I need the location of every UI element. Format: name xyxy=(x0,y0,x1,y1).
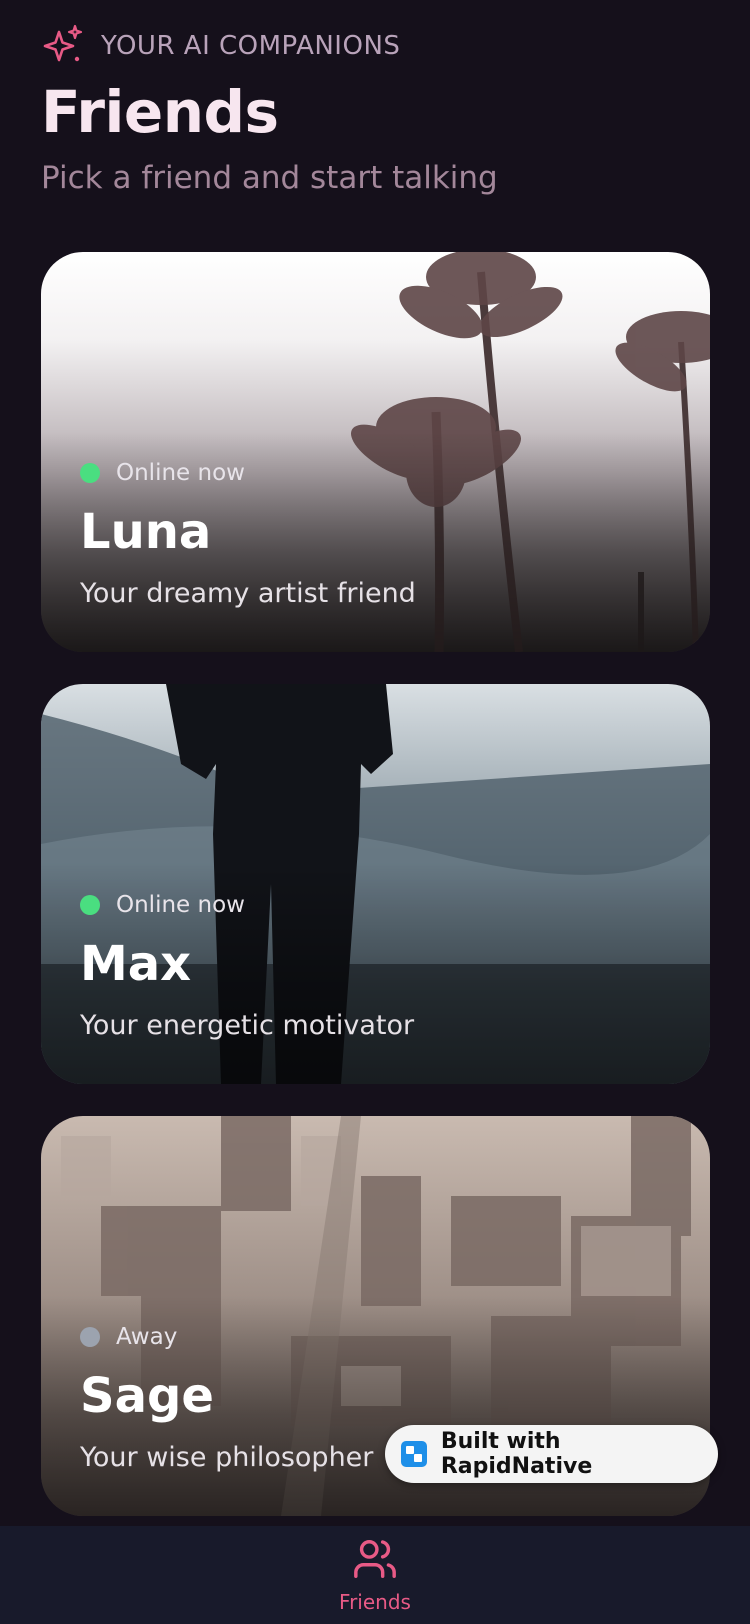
friend-name: Max xyxy=(80,936,192,992)
status-indicator: Online now xyxy=(80,892,245,918)
friend-description: Your dreamy artist friend xyxy=(80,578,416,609)
tab-label: Friends xyxy=(339,1590,411,1614)
sparkles-icon xyxy=(43,24,83,62)
page-title: Friends xyxy=(41,78,279,146)
status-label: Away xyxy=(116,1324,178,1350)
built-with-badge[interactable]: Built with RapidNative xyxy=(385,1425,718,1483)
status-dot xyxy=(80,463,100,483)
friend-card-max[interactable]: Online now Max Your energetic motivator xyxy=(41,684,710,1084)
status-label: Online now xyxy=(116,892,245,918)
page-subtitle: Pick a friend and start talking xyxy=(41,160,498,196)
friend-description: Your energetic motivator xyxy=(80,1010,415,1041)
users-icon xyxy=(354,1540,396,1578)
status-dot xyxy=(80,895,100,915)
friend-description: Your wise philosopher xyxy=(80,1442,374,1473)
eyebrow-label: YOUR AI COMPANIONS xyxy=(101,31,401,61)
bottom-tab-bar: Friends xyxy=(0,1526,750,1624)
tab-friends[interactable]: Friends xyxy=(325,1536,425,1620)
eyebrow: YOUR AI COMPANIONS xyxy=(41,24,400,68)
friends-screen: YOUR AI COMPANIONS Friends Pick a friend… xyxy=(0,0,750,1624)
status-dot xyxy=(80,1327,100,1347)
badge-label: Built with RapidNative xyxy=(440,1429,593,1479)
friend-card-luna[interactable]: Online now Luna Your dreamy artist frien… xyxy=(41,252,710,652)
friend-name: Luna xyxy=(80,504,212,560)
status-indicator: Away xyxy=(80,1324,177,1350)
status-label: Online now xyxy=(116,460,245,486)
status-indicator: Online now xyxy=(80,460,245,486)
friend-name: Sage xyxy=(80,1368,214,1424)
rapidnative-logo-icon xyxy=(401,1441,427,1467)
